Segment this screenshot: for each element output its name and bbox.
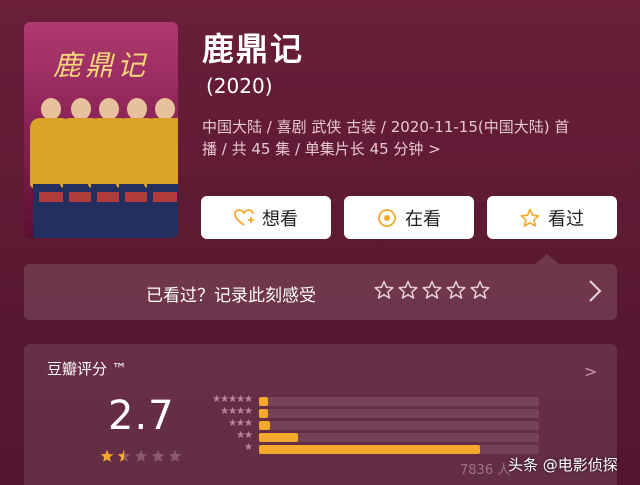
movie-year: (2020)	[206, 74, 273, 98]
record-feeling-label: 已看过？记录此刻感受	[146, 286, 316, 306]
distribution-track	[259, 397, 539, 406]
rating-score-stars	[100, 449, 182, 463]
score-star-icon	[100, 449, 114, 462]
distribution-label: ★★★★	[220, 406, 253, 417]
star-outline-icon	[520, 208, 540, 227]
target-circle-icon	[378, 208, 396, 227]
distribution-bar	[259, 409, 268, 418]
distribution-label: ★★	[236, 430, 253, 441]
meta-line-1: 中国大陆 / 喜剧 武侠 古装 / 2020-11-15(中国大陆) 首	[202, 118, 570, 136]
score-star-icon	[168, 449, 182, 462]
poster-figure	[144, 98, 178, 238]
watermark: 头条 @电影侦探	[508, 456, 618, 474]
star-outline-icon[interactable]	[374, 280, 394, 300]
rating-stars-input[interactable]	[374, 280, 490, 300]
meta-line-2: 播 / 共 45 集 / 单集片长 45 分钟	[202, 140, 424, 158]
watched-button[interactable]: 看过	[487, 196, 617, 239]
heart-plus-icon	[234, 208, 254, 226]
bubble-pointer	[535, 254, 559, 264]
distribution-bar	[259, 421, 270, 430]
distribution-bar	[259, 445, 480, 454]
rating-score: 2.7	[108, 393, 175, 439]
distribution-track	[259, 433, 539, 442]
chevron-right-icon[interactable]	[588, 278, 602, 304]
score-star-icon	[117, 449, 131, 462]
movie-title: 鹿鼎记	[202, 30, 305, 68]
distribution-label: ★	[244, 442, 253, 453]
chevron-right-icon: >	[428, 140, 441, 158]
poster-calligraphy: 鹿鼎记	[52, 49, 149, 82]
record-feeling-bar[interactable]	[24, 264, 617, 320]
watched-label: 看过	[548, 208, 584, 230]
watching-button[interactable]: 在看	[344, 196, 474, 239]
star-outline-icon[interactable]	[446, 280, 466, 300]
distribution-track	[259, 421, 539, 430]
star-outline-icon[interactable]	[422, 280, 442, 300]
chevron-right-icon[interactable]: >	[584, 362, 597, 381]
distribution-label: ★★★★★	[212, 394, 253, 405]
distribution-track	[259, 409, 539, 418]
want-to-watch-button[interactable]: 想看	[201, 196, 331, 239]
star-outline-icon[interactable]	[470, 280, 490, 300]
score-star-icon	[151, 449, 165, 462]
rating-card-title: 豆瓣评分 ™	[47, 360, 127, 378]
distribution-bar	[259, 433, 298, 442]
poster-image[interactable]: 鹿鼎记	[24, 22, 178, 238]
movie-meta[interactable]: 中国大陆 / 喜剧 武侠 古装 / 2020-11-15(中国大陆) 首 播 /…	[202, 116, 622, 160]
rating-count: 7836 人	[460, 463, 511, 478]
score-star-icon	[134, 449, 148, 462]
star-outline-icon[interactable]	[398, 280, 418, 300]
watching-label: 在看	[405, 208, 441, 230]
distribution-bar	[259, 397, 268, 406]
distribution-label: ★★★	[228, 418, 253, 429]
want-to-watch-label: 想看	[262, 208, 298, 230]
